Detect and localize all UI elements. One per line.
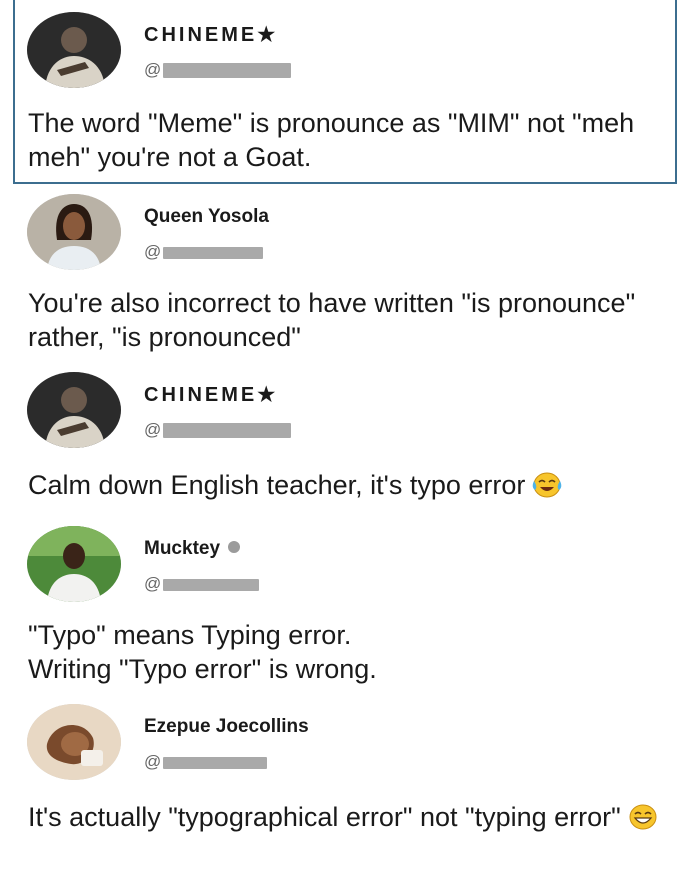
redacted-handle bbox=[163, 246, 264, 259]
display-name: CHINEME★ bbox=[144, 24, 279, 46]
status-dot-icon bbox=[228, 541, 241, 553]
avatar[interactable] bbox=[27, 526, 121, 602]
avatar[interactable] bbox=[27, 194, 121, 270]
handle: @ bbox=[144, 574, 260, 594]
handle: @ bbox=[144, 420, 292, 440]
post-text: It's actually "typographical error" not … bbox=[28, 800, 678, 834]
display-name: Ezepue Joecollins bbox=[144, 716, 309, 737]
post-text: "Typo" means Typing error. Writing "Typo… bbox=[28, 620, 377, 684]
avatar[interactable] bbox=[27, 704, 121, 780]
face-with-tears-of-joy-icon bbox=[533, 472, 562, 498]
redacted-handle bbox=[163, 578, 260, 591]
redacted-handle bbox=[163, 63, 292, 79]
grinning-face-icon bbox=[629, 804, 657, 830]
avatar[interactable] bbox=[27, 372, 121, 448]
display-name: CHINEME★ bbox=[144, 384, 279, 406]
display-name: Mucktey bbox=[144, 538, 241, 560]
post-text: The word "Meme" is pronounce as "MIM" no… bbox=[28, 108, 635, 172]
handle: @ bbox=[144, 752, 268, 772]
avatar[interactable] bbox=[27, 12, 121, 88]
post-text: You're also incorrect to have written "i… bbox=[28, 288, 636, 352]
handle: @ bbox=[144, 60, 292, 80]
handle: @ bbox=[144, 242, 264, 262]
post-text: Calm down English teacher, it's typo err… bbox=[28, 468, 678, 502]
redacted-handle bbox=[163, 756, 268, 769]
display-name: Queen Yosola bbox=[144, 206, 269, 227]
redacted-handle bbox=[163, 423, 292, 439]
